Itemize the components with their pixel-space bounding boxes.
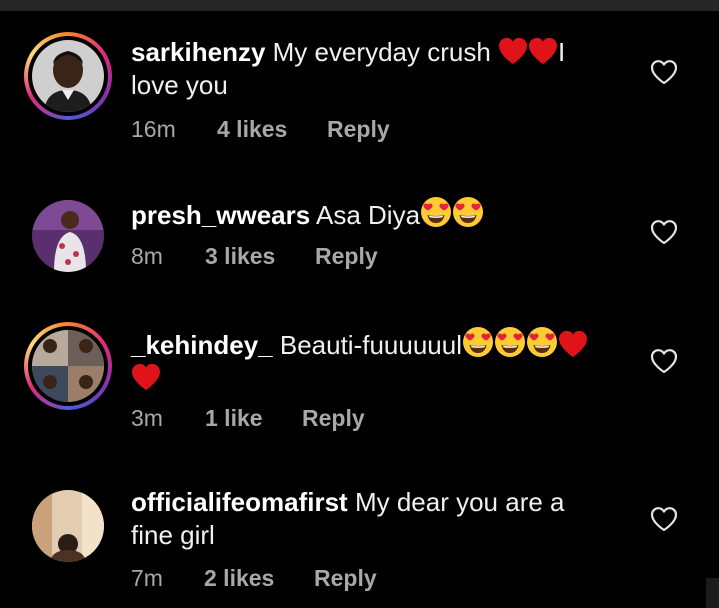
heart-eyes-emoji [420, 196, 452, 228]
comment-item: officialifeomafirst My dear you are a fi… [0, 470, 719, 608]
avatar-wrap[interactable] [24, 482, 112, 570]
avatar-story-ring[interactable] [24, 322, 112, 410]
red-heart-emoji [528, 37, 558, 65]
heart-eyes-emoji [462, 326, 494, 358]
comment-item: sarkihenzy My everyday crush I love you … [0, 0, 719, 170]
comment-likes[interactable]: 1 like [205, 405, 263, 432]
reply-button[interactable]: Reply [327, 116, 390, 143]
comment-time: 16m [131, 116, 176, 142]
heart-eyes-emoji [494, 326, 526, 358]
avatar [32, 40, 104, 112]
comment-likes[interactable]: 4 likes [217, 116, 287, 143]
avatar [32, 330, 104, 402]
avatar-story-ring[interactable] [24, 32, 112, 120]
comment-username[interactable]: officialifeomafirst [131, 487, 348, 517]
comment-text: sarkihenzy My everyday crush I love you [131, 36, 601, 102]
avatar [32, 490, 104, 562]
comment-likes[interactable]: 3 likes [205, 243, 275, 270]
heart-outline-icon[interactable] [650, 219, 678, 245]
comment-body: Beauti-fuuuuuul [272, 330, 463, 360]
comment-time: 3m [131, 405, 163, 431]
comment-body: My everyday crush [265, 37, 499, 67]
red-heart-emoji [558, 330, 588, 358]
comment-text: presh_wwears Asa Diya [131, 196, 601, 232]
avatar-wrap[interactable] [24, 192, 112, 280]
comment-text: _kehindey_ Beauti-fuuuuuul [131, 326, 601, 395]
comment-body: Asa Diya [310, 200, 421, 230]
heart-outline-icon[interactable] [650, 506, 678, 532]
comment-time: 7m [131, 565, 163, 591]
comment-username[interactable]: sarkihenzy [131, 37, 265, 67]
avatar [32, 200, 104, 272]
heart-outline-icon[interactable] [650, 348, 678, 374]
comment-item: _kehindey_ Beauti-fuuuuuul 3m 1 like Rep… [0, 310, 719, 470]
comment-username[interactable]: presh_wwears [131, 200, 310, 230]
heart-eyes-emoji [452, 196, 484, 228]
comment-likes[interactable]: 2 likes [204, 565, 274, 592]
reply-button[interactable]: Reply [314, 565, 377, 592]
comment-text: officialifeomafirst My dear you are a fi… [131, 486, 601, 552]
comment-item: presh_wwears Asa Diya 8m 3 likes Reply [0, 170, 719, 310]
scroll-edge [706, 578, 719, 608]
red-heart-emoji [498, 37, 528, 65]
heart-eyes-emoji [526, 326, 558, 358]
heart-outline-icon[interactable] [650, 59, 678, 85]
comment-time: 8m [131, 243, 163, 269]
reply-button[interactable]: Reply [302, 405, 365, 432]
comment-username[interactable]: _kehindey_ [131, 330, 273, 360]
reply-button[interactable]: Reply [315, 243, 378, 270]
red-heart-emoji [131, 363, 161, 391]
